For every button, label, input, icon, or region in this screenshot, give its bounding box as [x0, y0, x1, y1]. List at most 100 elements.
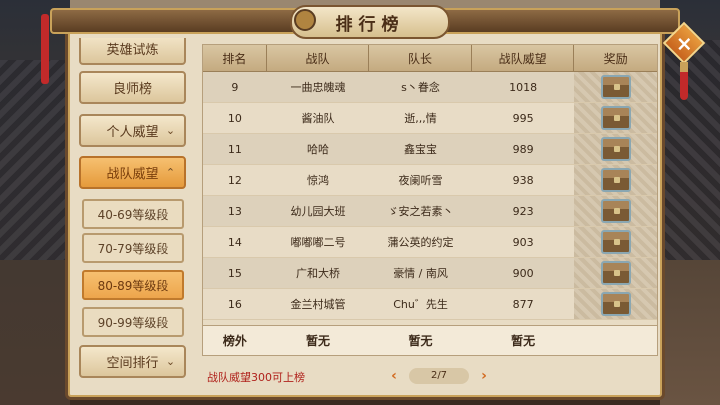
reward-frame — [574, 258, 657, 288]
page-indicator: 2/7 — [409, 368, 469, 384]
prev-page-button[interactable]: ‹ — [385, 368, 403, 384]
level-range-80-89[interactable]: 80-89等级段 — [82, 270, 184, 300]
level-range-label: 90-99等级段 — [97, 315, 169, 330]
prestige-cell: 989 — [512, 142, 534, 156]
background-scenery-right — [660, 0, 720, 405]
chevron-down-icon: ⌄ — [165, 355, 176, 368]
sidebar-item-hero-trial[interactable]: 英雄试炼 — [79, 38, 186, 65]
table-row: 16 金兰村城管 Chu゛先生 877 — [203, 289, 657, 320]
sidebar-item-label: 空间排行 — [106, 356, 159, 371]
reward-cell — [574, 72, 657, 102]
footer-captain: 暂无 — [408, 334, 433, 348]
level-range-40-69[interactable]: 40-69等级段 — [82, 199, 184, 229]
tassel-decoration — [680, 62, 688, 100]
treasure-chest-icon[interactable] — [600, 137, 631, 161]
sidebar-item-label: 战队威望 — [106, 167, 159, 182]
sidebar-item-team-prestige[interactable]: 战队威望 ⌃ — [79, 156, 186, 189]
rank-cell: 15 — [227, 266, 242, 280]
reward-frame — [574, 289, 657, 319]
sidebar-item-personal-prestige[interactable]: 个人威望 ⌄ — [79, 114, 186, 147]
level-range-label: 80-89等级段 — [97, 278, 169, 293]
header-team: 战队 — [267, 45, 370, 71]
level-range-label: 40-69等级段 — [97, 207, 169, 222]
footer-rank: 榜外 — [222, 334, 247, 348]
sidebar-item-mentor-rank[interactable]: 良师榜 — [79, 71, 186, 104]
team-cell: 嘟嘟嘟二号 — [290, 236, 346, 249]
decorative-pillar — [41, 14, 49, 84]
treasure-chest-icon[interactable] — [600, 230, 631, 254]
footer-team: 暂无 — [305, 334, 330, 348]
table-row: 13 幼儿园大班 ゞ安之若素丶 923 — [203, 196, 657, 227]
rank-cell: 11 — [227, 142, 242, 156]
sidebar: 英雄试炼 良师榜 个人威望 ⌄ 战队威望 ⌃ 40-69等级段 70-79等级段… — [74, 38, 192, 378]
reward-cell — [574, 165, 657, 195]
captain-cell: s丶眷念 — [401, 81, 440, 94]
table-footer-row: 榜外 暂无 暂无 暂无 — [203, 325, 657, 355]
rank-cell: 10 — [227, 111, 242, 125]
treasure-chest-icon[interactable] — [600, 199, 631, 223]
sidebar-item-label: 个人威望 — [106, 125, 159, 140]
treasure-chest-icon[interactable] — [600, 261, 631, 285]
sidebar-item-space-rank[interactable]: 空间排行 ⌄ — [79, 345, 186, 378]
reward-cell — [574, 258, 657, 288]
captain-cell: 蒲公英的约定 — [387, 236, 454, 249]
sidebar-item-label: 英雄试炼 — [106, 43, 159, 58]
captain-cell: 豪情 / 南风 — [393, 267, 448, 280]
sidebar-item-label: 良师榜 — [112, 82, 152, 97]
captain-cell: 鑫宝宝 — [404, 143, 438, 156]
footer-reward — [574, 326, 657, 355]
rank-cell: 16 — [227, 297, 242, 311]
ranking-requirement-note: 战队威望300可上榜 — [207, 371, 305, 384]
rank-cell: 12 — [227, 173, 242, 187]
pagination: ‹ 2/7 › — [385, 366, 493, 386]
treasure-chest-icon[interactable] — [600, 106, 631, 130]
team-cell: 酱油队 — [301, 112, 335, 125]
prestige-cell: 1018 — [509, 80, 538, 94]
emblem-icon — [294, 9, 316, 31]
prestige-cell: 877 — [512, 297, 534, 311]
rank-cell: 13 — [227, 204, 242, 218]
reward-cell — [574, 289, 657, 319]
treasure-chest-icon[interactable] — [600, 168, 631, 192]
prestige-cell: 938 — [512, 173, 534, 187]
reward-frame — [574, 134, 657, 164]
reward-frame — [574, 72, 657, 102]
reward-frame — [574, 196, 657, 226]
next-page-button[interactable]: › — [475, 368, 493, 384]
header-captain: 队长 — [369, 45, 472, 71]
footer-prestige: 暂无 — [511, 334, 536, 348]
treasure-chest-icon[interactable] — [600, 75, 631, 99]
prestige-cell: 900 — [512, 266, 534, 280]
team-cell: 金兰村城管 — [290, 298, 346, 311]
treasure-chest-icon[interactable] — [600, 292, 631, 316]
prestige-cell: 903 — [512, 235, 534, 249]
chevron-down-icon: ⌄ — [165, 124, 176, 137]
rank-cell: 9 — [231, 80, 239, 94]
rank-cell: 14 — [227, 235, 242, 249]
team-cell: 惊鸿 — [306, 174, 329, 187]
background-scenery-left — [0, 0, 70, 405]
page-title: 排行榜 — [335, 14, 405, 35]
team-cell: 哈哈 — [306, 143, 329, 156]
captain-cell: 夜阑听雪 — [398, 174, 443, 187]
reward-frame — [574, 227, 657, 257]
chevron-up-icon: ⌃ — [165, 166, 176, 179]
level-range-label: 70-79等级段 — [97, 241, 169, 256]
reward-frame — [574, 103, 657, 133]
table-body: 9 一曲忠魄魂 s丶眷念 1018 10 酱油队 逝,,,情 995 11 哈哈 鑫宝宝 989 12 惊… — [203, 72, 657, 320]
close-icon: × — [675, 30, 693, 55]
captain-cell: 逝,,,情 — [404, 112, 437, 125]
team-cell: 广和大桥 — [295, 267, 340, 280]
team-cell: 幼儿园大班 — [290, 205, 346, 218]
reward-frame — [574, 165, 657, 195]
level-range-90-99[interactable]: 90-99等级段 — [82, 307, 184, 337]
reward-cell — [574, 227, 657, 257]
reward-cell — [574, 134, 657, 164]
table-row: 9 一曲忠魄魂 s丶眷念 1018 — [203, 72, 657, 103]
reward-cell — [574, 196, 657, 226]
ranking-table: 排名 战队 队长 战队威望 奖励 9 一曲忠魄魂 s丶眷念 1018 10 酱油队 逝,,,… — [202, 44, 658, 356]
prestige-cell: 995 — [512, 111, 534, 125]
level-range-70-79[interactable]: 70-79等级段 — [82, 233, 184, 263]
prestige-cell: 923 — [512, 204, 534, 218]
header-reward: 奖励 — [603, 51, 628, 66]
